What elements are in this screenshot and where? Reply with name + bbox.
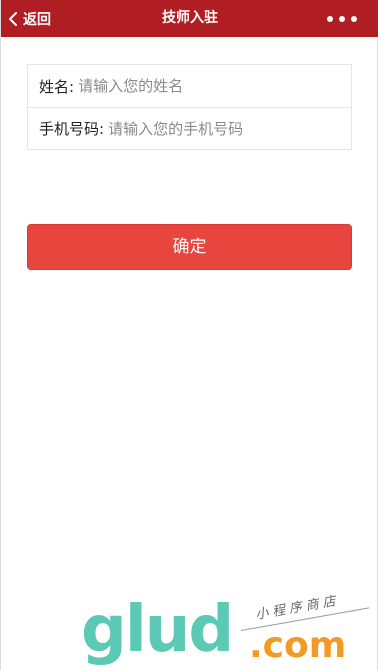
watermark-suffix: .com — [249, 625, 347, 666]
nav-bar: 返回 技师入驻 — [1, 0, 378, 37]
phone-label: 手机号码: — [39, 120, 105, 138]
chevron-left-icon — [7, 11, 19, 27]
watermark-tagline: 小程序商店 — [254, 593, 341, 623]
app-frame: 返回 技师入驻 姓名: 手机号码: 确定 glud 小程序商店 .com — [0, 0, 378, 670]
name-row: 姓名: — [28, 65, 351, 107]
watermark-brand: glud — [81, 593, 234, 667]
name-input[interactable] — [74, 77, 351, 95]
watermark-logo: glud 小程序商店 .com — [81, 593, 371, 668]
back-label: 返回 — [23, 11, 51, 28]
page-title: 技师入驻 — [162, 10, 218, 26]
phone-input[interactable] — [104, 119, 351, 138]
more-dots-icon[interactable] — [327, 0, 357, 37]
back-button[interactable]: 返回 — [7, 0, 51, 37]
registration-form: 姓名: 手机号码: — [27, 64, 352, 150]
name-label: 姓名: — [39, 77, 75, 96]
confirm-button[interactable]: 确定 — [27, 224, 352, 270]
phone-row: 手机号码: — [28, 107, 351, 149]
